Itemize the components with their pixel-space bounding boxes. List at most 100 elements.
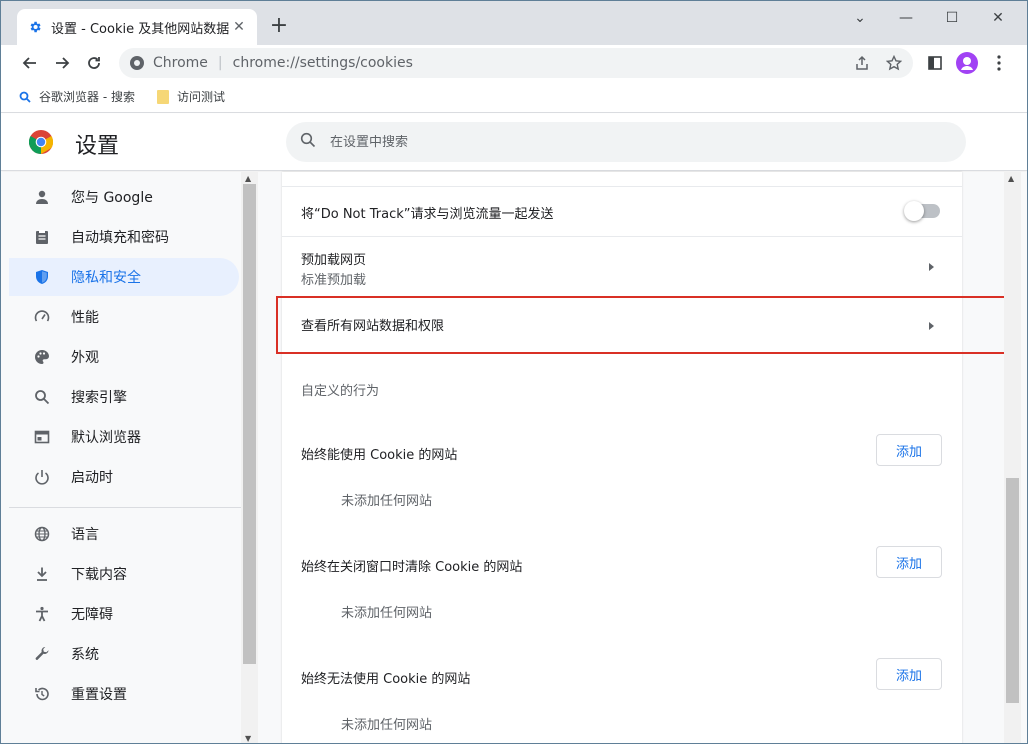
allowed-sites-title: 始终能使用 Cookie 的网站 bbox=[301, 448, 458, 463]
close-icon[interactable]: ✕ bbox=[231, 19, 247, 35]
gear-icon bbox=[27, 19, 43, 35]
tab-settings[interactable]: 设置 - Cookie 及其他网站数据 ✕ bbox=[17, 9, 257, 45]
sidebar-divider bbox=[9, 507, 241, 508]
scroll-thumb[interactable] bbox=[1006, 478, 1019, 703]
add-blocked-site-button[interactable]: 添加 bbox=[876, 658, 942, 690]
sidebar-item-languages[interactable]: 语言 bbox=[9, 515, 239, 553]
bookmark-label: 谷歌浏览器 - 搜索 bbox=[39, 90, 135, 104]
scroll-thumb[interactable] bbox=[243, 184, 256, 664]
main-scrollbar[interactable]: ▲ bbox=[1004, 172, 1021, 743]
sidebar-item-search-engine[interactable]: 搜索引擎 bbox=[9, 378, 239, 416]
forward-button[interactable] bbox=[50, 51, 74, 75]
scroll-up-icon[interactable]: ▲ bbox=[1008, 174, 1014, 183]
clear-on-exit-sites-empty: 未添加任何网站 bbox=[341, 606, 433, 621]
do-not-track-label: 将“Do Not Track”请求与浏览流量一起发送 bbox=[301, 207, 554, 222]
window-close-icon[interactable]: ✕ bbox=[975, 5, 1021, 31]
do-not-track-toggle[interactable] bbox=[904, 201, 940, 221]
share-icon[interactable] bbox=[853, 54, 871, 72]
site-label: Chrome bbox=[153, 55, 208, 71]
chevron-down-icon[interactable]: ⌄ bbox=[837, 5, 883, 31]
tab-title: 设置 - Cookie 及其他网站数据 bbox=[51, 21, 230, 37]
reload-button[interactable] bbox=[82, 51, 106, 75]
forward-arrow-icon bbox=[56, 57, 70, 69]
custom-behavior-heading: 自定义的行为 bbox=[301, 384, 380, 399]
sidebar-item-label: 重置设置 bbox=[71, 687, 127, 703]
chrome-icon bbox=[130, 56, 144, 70]
sidebar-item-reset[interactable]: 重置设置 bbox=[9, 675, 239, 713]
preload-subtitle: 标准预加载 bbox=[301, 273, 367, 288]
back-arrow-icon bbox=[22, 57, 36, 69]
chrome-logo-icon bbox=[29, 130, 53, 154]
search-input[interactable] bbox=[330, 134, 930, 150]
settings-content: 您与 Google 自动填充和密码 隐私和安全 性能 外观 搜索引擎 默认浏览器… bbox=[1, 172, 1027, 743]
add-clear-on-exit-site-button[interactable]: 添加 bbox=[876, 546, 942, 578]
minimize-icon[interactable]: — bbox=[883, 5, 929, 31]
sidebar-item-label: 您与 Google bbox=[71, 190, 153, 206]
star-icon[interactable] bbox=[885, 54, 903, 72]
sidebar-item-on-startup[interactable]: 启动时 bbox=[9, 458, 239, 496]
sidebar-item-label: 外观 bbox=[71, 350, 99, 366]
sidebar-item-autofill[interactable]: 自动填充和密码 bbox=[9, 218, 239, 256]
bookmark-search[interactable]: 谷歌浏览器 - 搜索 bbox=[19, 88, 135, 105]
search-icon bbox=[19, 91, 31, 103]
sidebar-scrollbar[interactable]: ▲ ▼ bbox=[241, 172, 258, 743]
sidebar-item-performance[interactable]: 性能 bbox=[9, 298, 239, 336]
sidebar-item-label: 下载内容 bbox=[71, 567, 127, 583]
sidebar-item-label: 语言 bbox=[71, 527, 99, 543]
chevron-right-icon bbox=[929, 263, 934, 271]
sidebar-item-accessibility[interactable]: 无障碍 bbox=[9, 595, 239, 633]
toggle-knob bbox=[904, 201, 924, 221]
shield-icon bbox=[33, 268, 51, 286]
side-panel-icon[interactable] bbox=[923, 51, 947, 75]
sidebar-item-system[interactable]: 系统 bbox=[9, 635, 239, 673]
preload-row[interactable]: 预加载网页 标准预加载 bbox=[282, 236, 962, 296]
reset-icon bbox=[33, 685, 51, 703]
sidebar-item-label: 隐私和安全 bbox=[71, 270, 141, 286]
sidebar-item-default-browser[interactable]: 默认浏览器 bbox=[9, 418, 239, 456]
bookmark-folder[interactable]: 访问测试 bbox=[156, 88, 225, 105]
person-icon bbox=[33, 188, 51, 206]
speedometer-icon bbox=[33, 308, 51, 326]
wrench-icon bbox=[33, 645, 51, 663]
page-title: 设置 bbox=[75, 134, 120, 159]
highlight-box bbox=[276, 296, 1017, 354]
bookmarks-bar: 谷歌浏览器 - 搜索 访问测试 bbox=[1, 81, 1027, 113]
maximize-icon[interactable]: ☐ bbox=[929, 5, 975, 31]
cookies-settings-card: 将“Do Not Track”请求与浏览流量一起发送 预加载网页 标准预加载 查… bbox=[282, 172, 962, 743]
blocked-sites-title: 始终无法使用 Cookie 的网站 bbox=[301, 672, 471, 687]
blocked-sites-empty: 未添加任何网站 bbox=[341, 718, 433, 733]
reload-icon bbox=[88, 57, 100, 69]
scroll-up-icon[interactable]: ▲ bbox=[245, 174, 251, 183]
browser-icon bbox=[33, 428, 51, 446]
tab-strip: 设置 - Cookie 及其他网站数据 ✕ + ⌄ — ☐ ✕ bbox=[1, 1, 1027, 45]
new-tab-button[interactable]: + bbox=[267, 15, 291, 39]
folder-icon bbox=[156, 89, 169, 104]
browser-window: 设置 - Cookie 及其他网站数据 ✕ + ⌄ — ☐ ✕ Chrome |… bbox=[0, 0, 1028, 744]
avatar[interactable] bbox=[955, 51, 979, 75]
sidebar-item-appearance[interactable]: 外观 bbox=[9, 338, 239, 376]
more-menu-icon[interactable] bbox=[987, 51, 1011, 75]
back-button[interactable] bbox=[18, 51, 42, 75]
allowed-sites-empty: 未添加任何网站 bbox=[341, 494, 433, 509]
power-icon bbox=[33, 468, 51, 486]
sidebar-item-label: 自动填充和密码 bbox=[71, 230, 169, 246]
search-icon bbox=[33, 388, 51, 406]
url-text[interactable]: chrome://settings/cookies bbox=[233, 55, 413, 71]
clear-on-exit-sites-title: 始终在关闭窗口时清除 Cookie 的网站 bbox=[301, 560, 523, 575]
sidebar-item-privacy[interactable]: 隐私和安全 bbox=[9, 258, 239, 296]
do-not-track-row[interactable]: 将“Do Not Track”请求与浏览流量一起发送 bbox=[282, 186, 962, 236]
settings-search[interactable] bbox=[286, 122, 966, 162]
preload-title: 预加载网页 bbox=[301, 253, 367, 268]
globe-icon bbox=[33, 525, 51, 543]
sidebar-item-you-and-google[interactable]: 您与 Google bbox=[9, 178, 239, 216]
toolbar: Chrome | chrome://settings/cookies bbox=[1, 45, 1027, 81]
sidebar: 您与 Google 自动填充和密码 隐私和安全 性能 外观 搜索引擎 默认浏览器… bbox=[1, 172, 257, 743]
scroll-down-icon[interactable]: ▼ bbox=[245, 734, 251, 743]
add-allowed-site-button[interactable]: 添加 bbox=[876, 434, 942, 466]
address-bar[interactable]: Chrome | chrome://settings/cookies bbox=[119, 48, 913, 78]
sidebar-item-label: 搜索引擎 bbox=[71, 390, 127, 406]
settings-header: 设置 bbox=[1, 114, 1027, 171]
accessibility-icon bbox=[33, 605, 51, 623]
sidebar-item-downloads[interactable]: 下载内容 bbox=[9, 555, 239, 593]
download-icon bbox=[33, 565, 51, 583]
